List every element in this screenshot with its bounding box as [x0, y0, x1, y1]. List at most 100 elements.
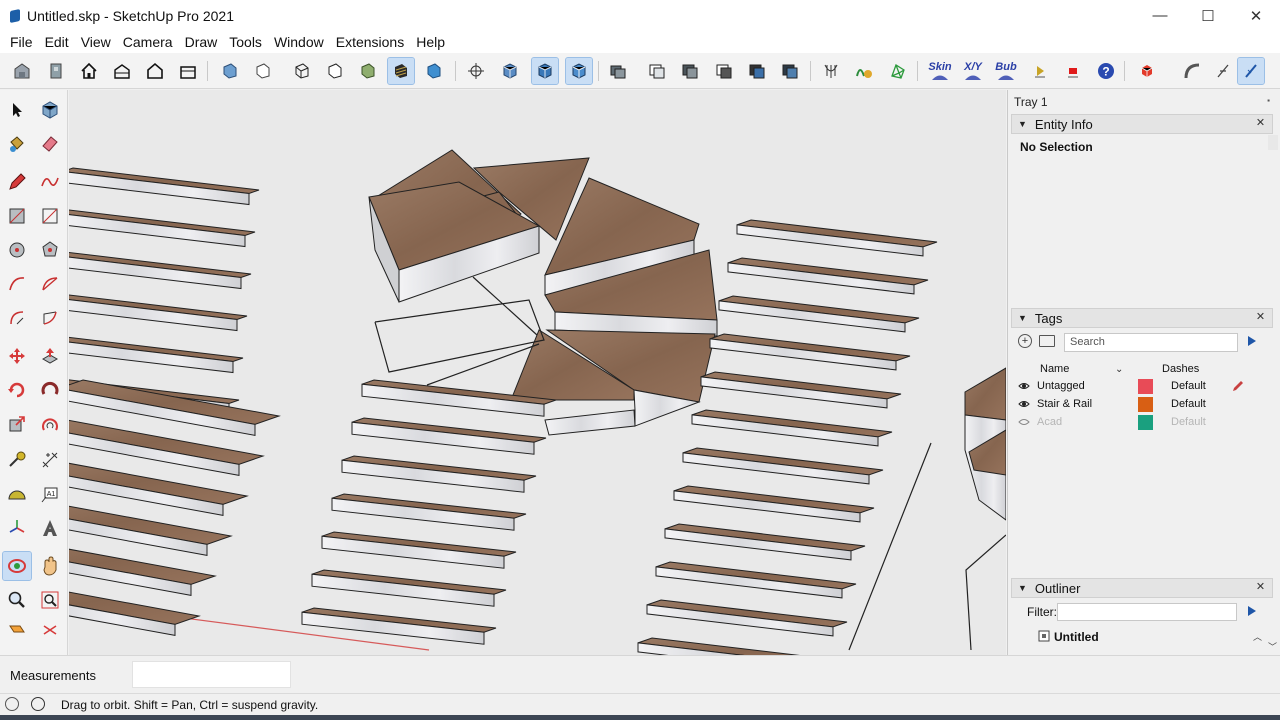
- chevron-down-icon[interactable]: ⌄: [1115, 364, 1123, 375]
- menu-window[interactable]: Window: [268, 31, 330, 53]
- solid-split-icon[interactable]: [744, 58, 770, 84]
- middle-stair[interactable]: [301, 379, 557, 645]
- section-fill-icon[interactable]: [36, 618, 64, 646]
- top-view-icon[interactable]: [565, 57, 593, 85]
- orbit-target-icon[interactable]: [463, 58, 489, 84]
- close-window-button[interactable]: ✕: [1232, 0, 1280, 31]
- axes-icon[interactable]: [3, 514, 31, 542]
- tags-dashes-column[interactable]: Dashes: [1162, 363, 1199, 375]
- wireframe-icon[interactable]: [289, 58, 315, 84]
- close-icon[interactable]: ✕: [1254, 581, 1267, 594]
- tags-header[interactable]: ▼ Tags ✕: [1011, 308, 1273, 328]
- tags-search-input[interactable]: Search: [1064, 333, 1238, 352]
- house-view-icon[interactable]: [109, 58, 135, 84]
- menu-view[interactable]: View: [75, 31, 117, 53]
- stop-icon[interactable]: [1060, 58, 1086, 84]
- zoom-window-icon[interactable]: [36, 586, 64, 614]
- follow-me-icon[interactable]: [36, 376, 64, 404]
- tag-dashes[interactable]: Default: [1171, 416, 1206, 428]
- outliner-details-icon[interactable]: [1248, 606, 1256, 616]
- model-viewport[interactable]: [69, 90, 1006, 655]
- tag-row-acad[interactable]: Acad Default: [1008, 414, 1270, 432]
- shapes-icon[interactable]: [851, 58, 877, 84]
- sandbox-icon[interactable]: [818, 58, 844, 84]
- shaded-textures-icon[interactable]: [387, 57, 415, 85]
- make-component-icon[interactable]: [36, 96, 64, 124]
- scroll-up-icon[interactable]: ︿: [1253, 630, 1262, 643]
- xy-tool-button[interactable]: X/Y: [959, 58, 987, 84]
- entity-info-header[interactable]: ▼ Entity Info ✕: [1011, 114, 1273, 134]
- back-edges-icon[interactable]: [250, 58, 276, 84]
- rotate-icon[interactable]: [3, 376, 31, 404]
- tag-dashes[interactable]: Default: [1171, 380, 1206, 392]
- left-upper-stair[interactable]: [69, 167, 260, 416]
- curve-tool-icon[interactable]: [1210, 58, 1236, 84]
- shaded-icon[interactable]: [355, 58, 381, 84]
- tape-measure-icon[interactable]: [3, 446, 31, 474]
- extension-ruby-icon[interactable]: [1134, 58, 1160, 84]
- pie-icon[interactable]: [3, 304, 31, 332]
- text-tool-icon[interactable]: A1: [36, 480, 64, 508]
- monochrome-icon[interactable]: [421, 58, 447, 84]
- tags-name-column[interactable]: Name: [1040, 363, 1069, 375]
- eye-icon[interactable]: [1018, 380, 1030, 392]
- maximize-button[interactable]: ☐: [1184, 0, 1232, 31]
- tags-details-icon[interactable]: [1248, 336, 1256, 346]
- bub-tool-button[interactable]: Bub: [992, 58, 1020, 84]
- tray-pin-icon[interactable]: ▪: [1267, 96, 1270, 105]
- 3d-text-icon[interactable]: [36, 514, 64, 542]
- select-arrow-icon[interactable]: [3, 96, 31, 124]
- pencil-icon[interactable]: [3, 168, 31, 196]
- terrain-icon[interactable]: [885, 58, 911, 84]
- stairs-model-scene[interactable]: [69, 90, 1006, 655]
- measurements-input[interactable]: [132, 661, 291, 688]
- rectangle-icon[interactable]: [3, 202, 31, 230]
- collapse-arrow-icon[interactable]: ▼: [1018, 583, 1027, 593]
- front-view-icon[interactable]: [142, 58, 168, 84]
- play-icon[interactable]: [1027, 58, 1053, 84]
- add-tag-folder-icon[interactable]: [1039, 335, 1055, 347]
- tag-row-untagged[interactable]: Untagged Default: [1008, 378, 1270, 396]
- protractor-icon[interactable]: [3, 480, 31, 508]
- help-icon[interactable]: ?: [1093, 58, 1119, 84]
- entity-info-scrollbar[interactable]: [1268, 135, 1278, 150]
- menu-draw[interactable]: Draw: [179, 31, 224, 53]
- components-icon[interactable]: [43, 58, 69, 84]
- rotated-rectangle-icon[interactable]: [36, 202, 64, 230]
- arc-tool-icon[interactable]: [1179, 58, 1205, 84]
- minimize-button[interactable]: —: [1136, 0, 1184, 31]
- offset-icon[interactable]: [36, 410, 64, 438]
- hidden-line-icon[interactable]: [322, 58, 348, 84]
- left-lower-stair[interactable]: [69, 379, 281, 637]
- zoom-icon[interactable]: [3, 586, 31, 614]
- paint-bucket-icon[interactable]: [3, 130, 31, 158]
- dimension-icon[interactable]: [36, 446, 64, 474]
- iso-view-icon[interactable]: [497, 58, 523, 84]
- layers-stack-icon[interactable]: [605, 58, 631, 84]
- solid-intersect-icon[interactable]: [777, 58, 803, 84]
- outliner-root-item[interactable]: Untitled: [1054, 630, 1099, 644]
- menu-file[interactable]: File: [4, 31, 39, 53]
- three-point-arc-icon[interactable]: [36, 304, 64, 332]
- eye-hidden-icon[interactable]: [1018, 416, 1030, 428]
- section-plane-icon[interactable]: [3, 618, 31, 646]
- collapse-arrow-icon[interactable]: ▼: [1018, 119, 1027, 129]
- tag-row-stair-rail[interactable]: Stair & Rail Default: [1008, 396, 1270, 414]
- close-icon[interactable]: ✕: [1254, 117, 1267, 130]
- menu-edit[interactable]: Edit: [39, 31, 75, 53]
- geo-location-icon[interactable]: [5, 697, 19, 711]
- home-icon[interactable]: [76, 58, 102, 84]
- info-icon[interactable]: [31, 697, 45, 711]
- tag-color-swatch[interactable]: [1138, 379, 1153, 394]
- menu-extensions[interactable]: Extensions: [330, 31, 410, 53]
- pan-hand-icon[interactable]: [36, 552, 64, 580]
- solid-trim-icon[interactable]: [711, 58, 737, 84]
- move-icon[interactable]: [3, 342, 31, 370]
- push-pull-icon[interactable]: [36, 342, 64, 370]
- two-point-arc-icon[interactable]: [36, 270, 64, 298]
- circle-icon[interactable]: [3, 236, 31, 264]
- perspective-icon[interactable]: [531, 57, 559, 85]
- arc-icon[interactable]: [3, 270, 31, 298]
- collapse-arrow-icon[interactable]: ▼: [1018, 313, 1027, 323]
- add-tag-icon[interactable]: +: [1018, 334, 1032, 348]
